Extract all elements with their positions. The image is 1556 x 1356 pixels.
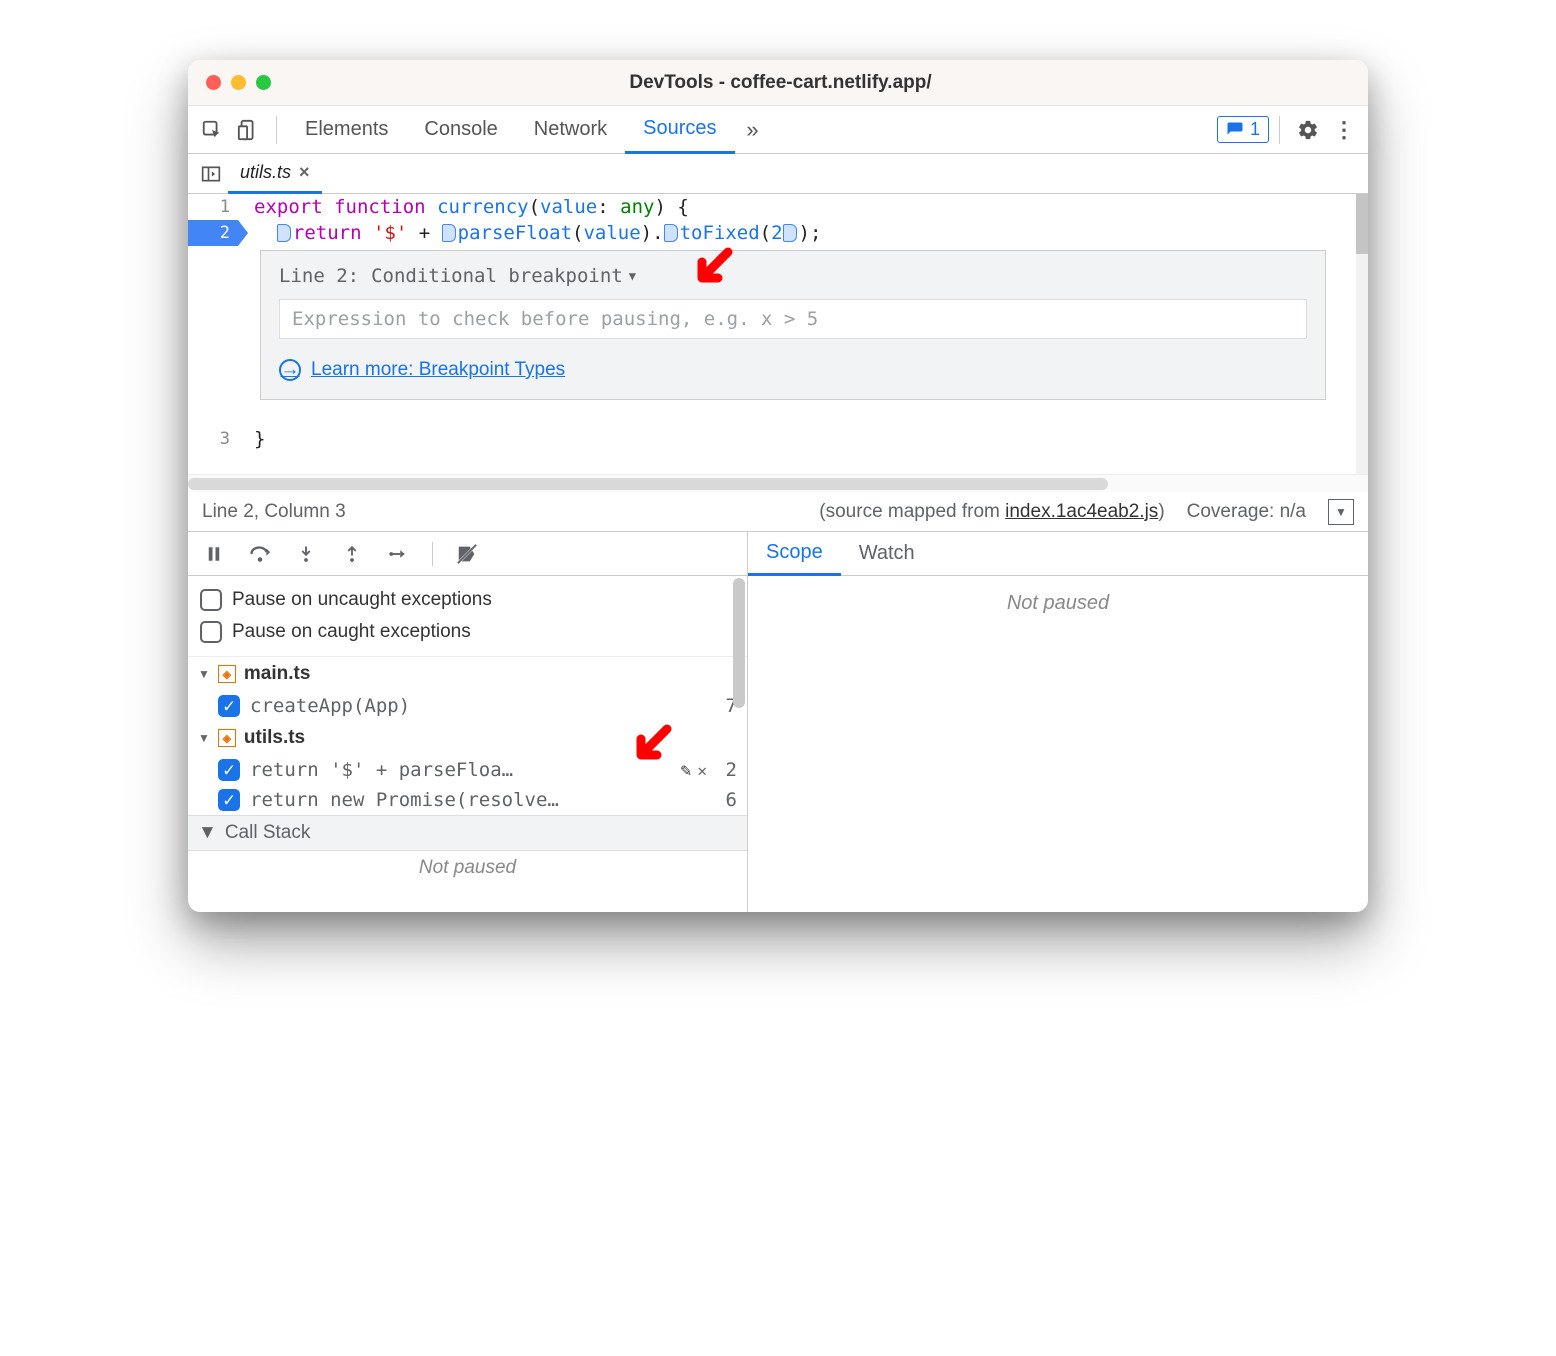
code-line[interactable]: return '$' + parseFloat(value).toFixed(2… bbox=[254, 220, 1356, 246]
file-tab-name: utils.ts bbox=[240, 162, 291, 183]
breakpoint-code: createApp(App) bbox=[250, 695, 707, 717]
call-stack-label: Call Stack bbox=[225, 822, 311, 844]
caret-down-icon: ▼ bbox=[198, 731, 210, 745]
main-tab-bar: Elements Console Network Sources » 1 ⋮ bbox=[188, 106, 1368, 154]
breakpoint-line: 6 bbox=[717, 789, 737, 811]
pause-uncaught-label: Pause on uncaught exceptions bbox=[232, 589, 492, 611]
caret-down-icon: ▼ bbox=[198, 822, 217, 844]
breakpoint-editor-popup: Line 2: Conditional breakpoint Expressio… bbox=[260, 250, 1326, 400]
breakpoint-item[interactable]: ✓ return new Promise(resolve… 6 bbox=[188, 785, 747, 815]
device-toolbar-icon[interactable] bbox=[230, 112, 266, 148]
tab-scope[interactable]: Scope bbox=[748, 533, 841, 576]
inline-breakpoint-icon[interactable] bbox=[664, 224, 678, 242]
debugger-split: Pause on uncaught exceptions Pause on ca… bbox=[188, 532, 1368, 912]
pause-caught-row[interactable]: Pause on caught exceptions bbox=[200, 616, 735, 648]
cursor-position: Line 2, Column 3 bbox=[202, 501, 346, 523]
code-line[interactable]: } bbox=[254, 426, 1356, 452]
file-icon: ◈ bbox=[218, 729, 236, 747]
checkbox[interactable] bbox=[200, 589, 222, 611]
titlebar: DevTools - coffee-cart.netlify.app/ bbox=[188, 60, 1368, 106]
checkbox[interactable] bbox=[200, 621, 222, 643]
call-stack-not-paused: Not paused bbox=[188, 851, 747, 879]
breakpoint-file-utils[interactable]: ▼ ◈ utils.ts bbox=[188, 721, 747, 755]
breakpoint-item[interactable]: ✓ return '$' + parseFloa… ✎ ✕ 2 bbox=[188, 755, 747, 785]
issues-count: 1 bbox=[1250, 119, 1260, 140]
line-number-breakpoint[interactable]: 2 bbox=[188, 220, 238, 246]
breakpoint-code: return '$' + parseFloa… bbox=[250, 759, 671, 781]
debugger-right-panel: Scope Watch Not paused bbox=[748, 532, 1368, 912]
file-icon: ◈ bbox=[218, 665, 236, 683]
breakpoint-code: return new Promise(resolve… bbox=[250, 789, 707, 811]
arrow-right-icon: → bbox=[279, 359, 301, 381]
scope-not-paused: Not paused bbox=[748, 576, 1368, 631]
file-name: utils.ts bbox=[244, 727, 305, 749]
breakpoint-editor-header: Line 2: Conditional breakpoint bbox=[279, 265, 1307, 287]
editor-status-bar: Line 2, Column 3 (source mapped from ind… bbox=[188, 492, 1368, 532]
checkbox[interactable]: ✓ bbox=[218, 789, 240, 811]
inspect-element-icon[interactable] bbox=[194, 112, 230, 148]
bottom-drawer-toggle-icon[interactable]: ▼ bbox=[1328, 499, 1354, 525]
divider bbox=[276, 116, 277, 144]
divider bbox=[432, 542, 433, 566]
breakpoint-condition-input[interactable]: Expression to check before pausing, e.g.… bbox=[279, 299, 1307, 339]
breakpoint-line: 2 bbox=[717, 759, 737, 781]
divider bbox=[1279, 116, 1280, 144]
file-tab-bar: utils.ts × bbox=[188, 154, 1368, 194]
step-icon[interactable] bbox=[386, 542, 410, 566]
pause-icon[interactable] bbox=[202, 542, 226, 566]
kebab-menu-icon[interactable]: ⋮ bbox=[1326, 112, 1362, 148]
deactivate-breakpoints-icon[interactable] bbox=[455, 542, 479, 566]
window-title: DevTools - coffee-cart.netlify.app/ bbox=[211, 72, 1350, 94]
navigator-toggle-icon[interactable] bbox=[194, 157, 228, 191]
checkbox[interactable]: ✓ bbox=[218, 695, 240, 717]
source-map-link[interactable]: index.1ac4eab2.js bbox=[1005, 501, 1158, 522]
breakpoint-type-dropdown[interactable]: Conditional breakpoint bbox=[371, 265, 636, 287]
vertical-scrollbar-thumb[interactable] bbox=[733, 578, 745, 708]
tab-sources[interactable]: Sources bbox=[625, 107, 734, 154]
edit-breakpoint-icon[interactable]: ✎ bbox=[681, 760, 692, 781]
gear-icon[interactable] bbox=[1290, 112, 1326, 148]
tab-elements[interactable]: Elements bbox=[287, 106, 406, 153]
learn-more-link[interactable]: → Learn more: Breakpoint Types bbox=[279, 359, 1307, 381]
pause-options: Pause on uncaught exceptions Pause on ca… bbox=[188, 576, 747, 657]
step-over-icon[interactable] bbox=[248, 542, 272, 566]
step-into-icon[interactable] bbox=[294, 542, 318, 566]
tab-console[interactable]: Console bbox=[406, 106, 515, 153]
line-number[interactable]: 1 bbox=[188, 194, 238, 220]
inline-breakpoint-icon[interactable] bbox=[783, 224, 797, 242]
vertical-scrollbar-thumb[interactable] bbox=[1356, 194, 1368, 254]
coverage-info: Coverage: n/a bbox=[1187, 501, 1306, 523]
debugger-left-panel: Pause on uncaught exceptions Pause on ca… bbox=[188, 532, 748, 912]
close-icon[interactable]: × bbox=[299, 162, 310, 183]
breakpoint-file-main[interactable]: ▼ ◈ main.ts bbox=[188, 657, 747, 691]
remove-breakpoint-icon[interactable]: ✕ bbox=[697, 761, 707, 780]
file-name: main.ts bbox=[244, 663, 311, 685]
call-stack-header[interactable]: ▼ Call Stack bbox=[188, 815, 747, 851]
step-out-icon[interactable] bbox=[340, 542, 364, 566]
gutter[interactable]: 1 2 3 bbox=[188, 194, 238, 474]
more-tabs-icon[interactable]: » bbox=[735, 112, 771, 148]
pause-caught-label: Pause on caught exceptions bbox=[232, 621, 471, 643]
source-mapped-info: (source mapped from index.1ac4eab2.js) bbox=[819, 501, 1164, 523]
pause-uncaught-row[interactable]: Pause on uncaught exceptions bbox=[200, 584, 735, 616]
horizontal-scrollbar[interactable] bbox=[188, 474, 1368, 492]
breakpoints-tree: ▼ ◈ main.ts ✓ createApp(App) 7 ▼ ◈ utils… bbox=[188, 657, 747, 879]
tab-watch[interactable]: Watch bbox=[841, 532, 933, 575]
line-number[interactable]: 3 bbox=[188, 426, 238, 452]
devtools-window: DevTools - coffee-cart.netlify.app/ Elem… bbox=[188, 60, 1368, 912]
checkbox[interactable]: ✓ bbox=[218, 759, 240, 781]
file-tab-utils[interactable]: utils.ts × bbox=[228, 155, 322, 194]
scope-watch-tabs: Scope Watch bbox=[748, 532, 1368, 576]
breakpoint-line-label: Line 2: bbox=[279, 265, 359, 287]
issues-badge[interactable]: 1 bbox=[1217, 116, 1269, 143]
inline-breakpoint-icon[interactable] bbox=[277, 224, 291, 242]
caret-down-icon: ▼ bbox=[198, 667, 210, 681]
tab-network[interactable]: Network bbox=[516, 106, 625, 153]
breakpoint-item[interactable]: ✓ createApp(App) 7 bbox=[188, 691, 747, 721]
inline-breakpoint-icon[interactable] bbox=[442, 224, 456, 242]
code-editor[interactable]: 1 2 3 export function currency(value: an… bbox=[188, 194, 1368, 474]
horizontal-scrollbar-thumb[interactable] bbox=[188, 478, 1108, 490]
code-line[interactable]: export function currency(value: any) { bbox=[254, 194, 1356, 220]
debug-toolbar bbox=[188, 532, 747, 576]
